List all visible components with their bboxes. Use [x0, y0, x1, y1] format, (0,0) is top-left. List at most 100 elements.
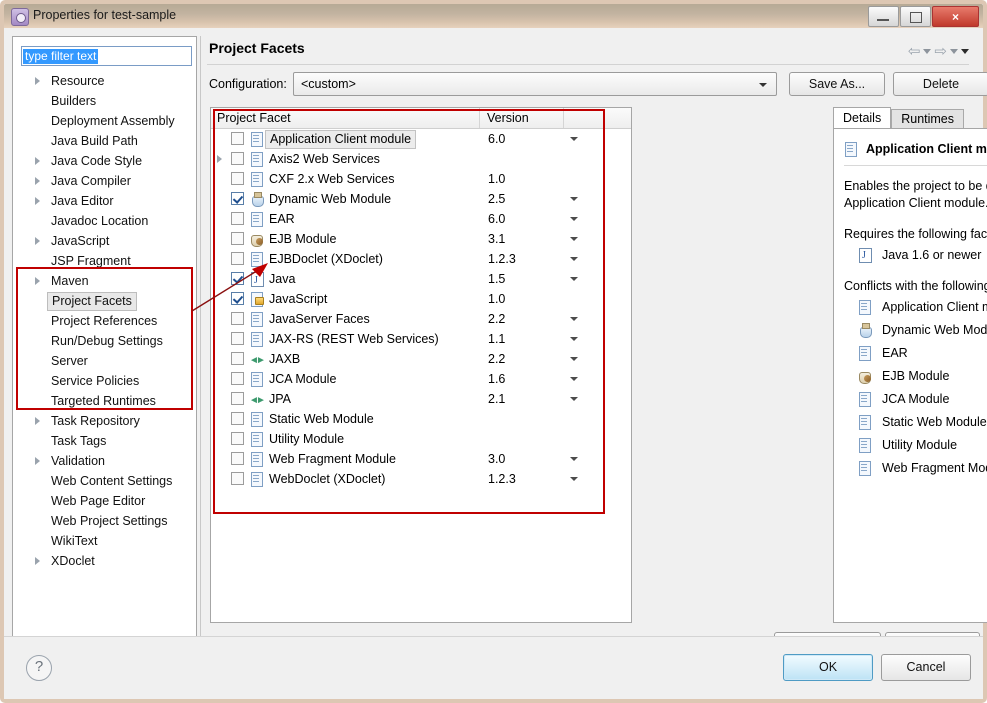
- sidebar-item-run-debug-settings[interactable]: Run/Debug Settings: [13, 331, 196, 351]
- expand-arrow-icon[interactable]: [35, 277, 40, 285]
- sidebar-item-java-compiler[interactable]: Java Compiler: [13, 171, 196, 191]
- sidebar-item-java-build-path[interactable]: Java Build Path: [13, 131, 196, 151]
- table-row[interactable]: Static Web Module: [211, 409, 631, 429]
- version-dropdown-icon[interactable]: [570, 477, 578, 481]
- facet-checkbox[interactable]: [231, 292, 244, 305]
- version-dropdown-icon[interactable]: [570, 277, 578, 281]
- facet-checkbox[interactable]: [231, 392, 244, 405]
- facet-checkbox[interactable]: [231, 152, 244, 165]
- back-arrow-icon[interactable]: ⇦: [908, 42, 921, 60]
- table-row[interactable]: JCA Module 1.6: [211, 369, 631, 389]
- sidebar-item-project-facets[interactable]: Project Facets: [13, 291, 196, 311]
- table-row[interactable]: Web Fragment Module 3.0: [211, 449, 631, 469]
- sidebar-item-validation[interactable]: Validation: [13, 451, 196, 471]
- facet-checkbox[interactable]: [231, 332, 244, 345]
- expand-arrow-icon[interactable]: [35, 177, 40, 185]
- help-icon[interactable]: ?: [26, 655, 52, 681]
- sidebar-item-maven[interactable]: Maven: [13, 271, 196, 291]
- sidebar-item-javadoc-location[interactable]: Javadoc Location: [13, 211, 196, 231]
- forward-arrow-icon[interactable]: ⇨: [934, 42, 947, 60]
- tab-runtimes[interactable]: Runtimes: [891, 109, 965, 129]
- table-row[interactable]: Utility Module: [211, 429, 631, 449]
- table-row[interactable]: Application Client module 6.0: [211, 129, 631, 149]
- table-row[interactable]: JavaServer Faces 2.2: [211, 309, 631, 329]
- ok-button[interactable]: OK: [783, 654, 873, 681]
- table-row[interactable]: Java 1.5: [211, 269, 631, 289]
- restore-button[interactable]: [900, 6, 931, 27]
- table-row[interactable]: JavaScript 1.0: [211, 289, 631, 309]
- expand-arrow-icon[interactable]: [35, 457, 40, 465]
- facet-checkbox[interactable]: [231, 232, 244, 245]
- facet-checkbox[interactable]: [231, 272, 244, 285]
- sidebar-item-wikitext[interactable]: WikiText: [13, 531, 196, 551]
- sidebar-item-targeted-runtimes[interactable]: Targeted Runtimes: [13, 391, 196, 411]
- expand-arrow-icon[interactable]: [35, 557, 40, 565]
- sidebar-item-web-page-editor[interactable]: Web Page Editor: [13, 491, 196, 511]
- facet-checkbox[interactable]: [231, 172, 244, 185]
- table-row[interactable]: JAXB 2.2: [211, 349, 631, 369]
- table-row[interactable]: EJB Module 3.1: [211, 229, 631, 249]
- table-row[interactable]: EJBDoclet (XDoclet) 1.2.3: [211, 249, 631, 269]
- sidebar-item-project-references[interactable]: Project References: [13, 311, 196, 331]
- tab-details[interactable]: Details: [833, 107, 892, 129]
- sidebar-item-web-project-settings[interactable]: Web Project Settings: [13, 511, 196, 531]
- sidebar-item-jsp-fragment[interactable]: JSP Fragment: [13, 251, 196, 271]
- save-as-button[interactable]: Save As...: [789, 72, 885, 96]
- version-dropdown-icon[interactable]: [570, 217, 578, 221]
- expand-arrow-icon[interactable]: [35, 417, 40, 425]
- sidebar-item-xdoclet[interactable]: XDoclet: [13, 551, 196, 571]
- expand-arrow-icon[interactable]: [35, 157, 40, 165]
- expand-arrow-icon[interactable]: [217, 155, 222, 163]
- sidebar-item-javascript[interactable]: JavaScript: [13, 231, 196, 251]
- sidebar-item-web-content-settings[interactable]: Web Content Settings: [13, 471, 196, 491]
- minimize-button[interactable]: [868, 6, 899, 27]
- facet-checkbox[interactable]: [231, 132, 244, 145]
- sidebar-item-task-tags[interactable]: Task Tags: [13, 431, 196, 451]
- facet-checkbox[interactable]: [231, 452, 244, 465]
- table-row[interactable]: Dynamic Web Module 2.5: [211, 189, 631, 209]
- sidebar-item-service-policies[interactable]: Service Policies: [13, 371, 196, 391]
- back-dropdown-icon[interactable]: [923, 48, 932, 54]
- version-dropdown-icon[interactable]: [570, 317, 578, 321]
- sidebar-item-java-code-style[interactable]: Java Code Style: [13, 151, 196, 171]
- configuration-select[interactable]: <custom>: [293, 72, 777, 96]
- version-dropdown-icon[interactable]: [570, 237, 578, 241]
- sidebar-item-java-editor[interactable]: Java Editor: [13, 191, 196, 211]
- table-row[interactable]: CXF 2.x Web Services 1.0: [211, 169, 631, 189]
- facet-checkbox[interactable]: [231, 472, 244, 485]
- sidebar-item-task-repository[interactable]: Task Repository: [13, 411, 196, 431]
- facet-checkbox[interactable]: [231, 212, 244, 225]
- sidebar-item-deployment-assembly[interactable]: Deployment Assembly: [13, 111, 196, 131]
- forward-dropdown-icon[interactable]: [950, 48, 958, 54]
- sidebar-item-resource[interactable]: Resource: [13, 71, 196, 91]
- version-dropdown-icon[interactable]: [570, 357, 578, 361]
- version-dropdown-icon[interactable]: [570, 397, 578, 401]
- facet-checkbox[interactable]: [231, 352, 244, 365]
- sidebar-item-builders[interactable]: Builders: [13, 91, 196, 111]
- expand-arrow-icon[interactable]: [35, 77, 40, 85]
- facet-checkbox[interactable]: [231, 372, 244, 385]
- close-button[interactable]: ×: [932, 6, 979, 27]
- sidebar-item-server[interactable]: Server: [13, 351, 196, 371]
- table-row[interactable]: Axis2 Web Services: [211, 149, 631, 169]
- facet-checkbox[interactable]: [231, 312, 244, 325]
- delete-button[interactable]: Delete: [893, 72, 987, 96]
- expand-arrow-icon[interactable]: [35, 197, 40, 205]
- table-row[interactable]: JPA 2.1: [211, 389, 631, 409]
- version-dropdown-icon[interactable]: [570, 337, 578, 341]
- table-row[interactable]: EAR 6.0: [211, 209, 631, 229]
- facet-checkbox[interactable]: [231, 192, 244, 205]
- expand-arrow-icon[interactable]: [35, 237, 40, 245]
- version-dropdown-icon[interactable]: [570, 257, 578, 261]
- table-row[interactable]: JAX-RS (REST Web Services) 1.1: [211, 329, 631, 349]
- cancel-button[interactable]: Cancel: [881, 654, 971, 681]
- facet-checkbox[interactable]: [231, 412, 244, 425]
- table-row[interactable]: WebDoclet (XDoclet) 1.2.3: [211, 469, 631, 489]
- version-dropdown-icon[interactable]: [570, 377, 578, 381]
- version-dropdown-icon[interactable]: [570, 457, 578, 461]
- version-dropdown-icon[interactable]: [570, 197, 578, 201]
- version-dropdown-icon[interactable]: [570, 137, 578, 141]
- facet-checkbox[interactable]: [231, 252, 244, 265]
- facet-checkbox[interactable]: [231, 432, 244, 445]
- filter-input[interactable]: type filter text: [21, 46, 192, 66]
